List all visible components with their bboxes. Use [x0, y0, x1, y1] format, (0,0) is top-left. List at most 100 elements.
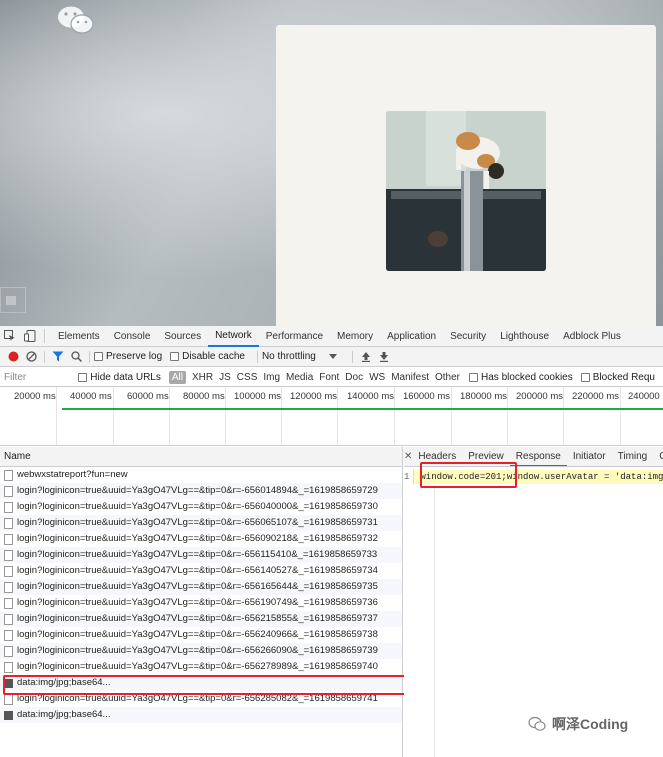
- tab-lighthouse[interactable]: Lighthouse: [493, 326, 556, 347]
- type-filter-all[interactable]: All: [168, 370, 186, 384]
- has-blocked-cookies-label: Has blocked cookies: [481, 371, 573, 383]
- request-rows: webwxstatreport?fun=new login?loginicon=t…: [0, 467, 406, 723]
- checkbox-box[interactable]: [78, 372, 88, 382]
- network-toolbar: Preserve log Disable cache No throttling: [0, 347, 663, 367]
- tab-security[interactable]: Security: [443, 326, 493, 347]
- hide-data-urls-checkbox[interactable]: Hide data URLs: [78, 372, 161, 383]
- timeline-tick: 80000 ms: [183, 391, 225, 402]
- checkbox-box[interactable]: [580, 372, 590, 382]
- device-toolbar-icon[interactable]: [20, 326, 40, 347]
- dropdown-arrow-icon: [328, 353, 337, 359]
- table-row[interactable]: login?loginicon=true&uuid=Ya3gO47VLg==&t…: [0, 499, 402, 515]
- filter-icon[interactable]: [49, 348, 67, 366]
- tab-memory[interactable]: Memory: [330, 326, 380, 347]
- throttling-select[interactable]: No throttling: [262, 351, 340, 362]
- record-button[interactable]: [4, 348, 22, 366]
- table-row[interactable]: login?loginicon=true&uuid=Ya3gO47VLg==&t…: [0, 595, 402, 611]
- side-square-icon[interactable]: [0, 287, 26, 313]
- timeline-gridline: [451, 387, 452, 445]
- tab-initiator[interactable]: Initiator: [567, 447, 612, 466]
- request-name: login?loginicon=true&uuid=Ya3gO47VLg==&t…: [17, 565, 378, 576]
- request-name: login?loginicon=true&uuid=Ya3gO47VLg==&t…: [17, 581, 378, 592]
- type-filter-img[interactable]: Img: [260, 372, 283, 383]
- close-icon[interactable]: ✕: [404, 451, 412, 462]
- tab-application[interactable]: Application: [380, 326, 443, 347]
- table-row[interactable]: webwxstatreport?fun=new: [0, 467, 402, 483]
- timeline-tick: 40000 ms: [70, 391, 112, 402]
- table-row[interactable]: login?loginicon=true&uuid=Ya3gO47VLg==&t…: [0, 643, 402, 659]
- tab-network[interactable]: Network: [208, 326, 259, 347]
- disable-cache-label: Disable cache: [182, 351, 245, 362]
- checkbox-box[interactable]: [469, 372, 479, 382]
- blocked-requests-checkbox[interactable]: Blocked Requ: [580, 372, 655, 383]
- timeline-gridline: [563, 387, 564, 445]
- type-filter-doc[interactable]: Doc: [342, 372, 366, 383]
- tab-elements[interactable]: Elements: [51, 326, 107, 347]
- table-row[interactable]: login?loginicon=true&uuid=Ya3gO47VLg==&t…: [0, 531, 402, 547]
- devtools-tab-bar: Elements Console Sources Network Perform…: [0, 326, 663, 347]
- export-har-icon[interactable]: [375, 348, 393, 366]
- timeline-tick: 220000 ms: [572, 391, 620, 402]
- has-blocked-cookies-checkbox[interactable]: Has blocked cookies: [469, 372, 573, 383]
- document-file-icon: [4, 693, 13, 705]
- type-filter-ws[interactable]: WS: [366, 372, 388, 383]
- wechat-watermark-icon: [528, 716, 546, 731]
- disable-cache-checkbox[interactable]: Disable cache: [170, 351, 245, 362]
- timeline-tick: 60000 ms: [127, 391, 169, 402]
- table-row[interactable]: login?loginicon=true&uuid=Ya3gO47VLg==&t…: [0, 515, 402, 531]
- table-row[interactable]: login?loginicon=true&uuid=Ya3gO47VLg==&t…: [0, 563, 402, 579]
- table-row[interactable]: login?loginicon=true&uuid=Ya3gO47VLg==&t…: [0, 659, 402, 675]
- request-name: login?loginicon=true&uuid=Ya3gO47VLg==&t…: [17, 629, 378, 640]
- table-row[interactable]: login?loginicon=true&uuid=Ya3gO47VLg==&t…: [0, 547, 402, 563]
- type-filter-manifest[interactable]: Manifest: [388, 372, 432, 383]
- checkbox-box[interactable]: [170, 352, 180, 361]
- filter-input[interactable]: Filter: [0, 372, 78, 383]
- table-row[interactable]: login?loginicon=true&uuid=Ya3gO47VLg==&t…: [0, 611, 402, 627]
- request-name: data:img/jpg;base64...: [17, 709, 111, 720]
- clear-button[interactable]: [22, 348, 40, 366]
- request-name: login?loginicon=true&uuid=Ya3gO47VLg==&t…: [17, 517, 378, 528]
- highlight-box: [3, 675, 406, 695]
- tab-timing[interactable]: Timing: [612, 447, 654, 466]
- inspect-element-icon[interactable]: [0, 326, 20, 347]
- hide-data-urls-label: Hide data URLs: [90, 371, 161, 383]
- document-file-icon: [4, 517, 13, 529]
- name-column-header[interactable]: Name: [0, 447, 402, 467]
- table-row[interactable]: login?loginicon=true&uuid=Ya3gO47VLg==&t…: [0, 483, 402, 499]
- tab-console[interactable]: Console: [107, 326, 158, 347]
- request-name: login?loginicon=true&uuid=Ya3gO47VLg==&t…: [17, 613, 378, 624]
- checkbox-box[interactable]: [94, 352, 103, 361]
- timeline-overview[interactable]: 20000 ms 40000 ms 60000 ms 80000 ms 1000…: [0, 387, 663, 446]
- document-file-icon: [4, 565, 13, 577]
- tab-performance[interactable]: Performance: [259, 326, 330, 347]
- request-name: login?loginicon=true&uuid=Ya3gO47VLg==&t…: [17, 485, 378, 496]
- document-file-icon: [4, 469, 13, 481]
- request-name: login?loginicon=true&uuid=Ya3gO47VLg==&t…: [17, 645, 378, 656]
- document-file-icon: [4, 597, 13, 609]
- type-filter-css[interactable]: CSS: [234, 372, 261, 383]
- login-panel: [276, 25, 656, 326]
- type-filter-js[interactable]: JS: [216, 372, 234, 383]
- watermark: 啊泽Coding: [528, 714, 628, 734]
- table-row[interactable]: login?loginicon=true&uuid=Ya3gO47VLg==&t…: [0, 627, 402, 643]
- tab-adblock-plus[interactable]: Adblock Plus: [556, 326, 628, 347]
- preserve-log-checkbox[interactable]: Preserve log: [94, 351, 162, 362]
- table-row[interactable]: login?loginicon=true&uuid=Ya3gO47VLg==&t…: [0, 579, 402, 595]
- request-name: webwxstatreport?fun=new: [17, 469, 128, 480]
- filter-bar: Filter Hide data URLs All XHR JS CSS Img…: [0, 368, 663, 387]
- type-filter-font[interactable]: Font: [316, 372, 342, 383]
- import-har-icon[interactable]: [357, 348, 375, 366]
- type-filter-media[interactable]: Media: [283, 372, 316, 383]
- type-filter-other[interactable]: Other: [432, 372, 463, 383]
- table-row[interactable]: data:img/jpg;base64...: [0, 707, 402, 723]
- tab-response[interactable]: Response: [509, 447, 567, 466]
- timeline-tick: 20000 ms: [14, 391, 56, 402]
- request-name: login?loginicon=true&uuid=Ya3gO47VLg==&t…: [17, 533, 378, 544]
- timeline-tick: 180000 ms: [460, 391, 508, 402]
- tab-sources[interactable]: Sources: [157, 326, 208, 347]
- timeline-tick: 100000 ms: [234, 391, 282, 402]
- search-icon[interactable]: [67, 348, 85, 366]
- tab-cookies[interactable]: C: [653, 447, 663, 466]
- type-filter-xhr[interactable]: XHR: [189, 372, 216, 383]
- timeline-gridline: [394, 387, 395, 445]
